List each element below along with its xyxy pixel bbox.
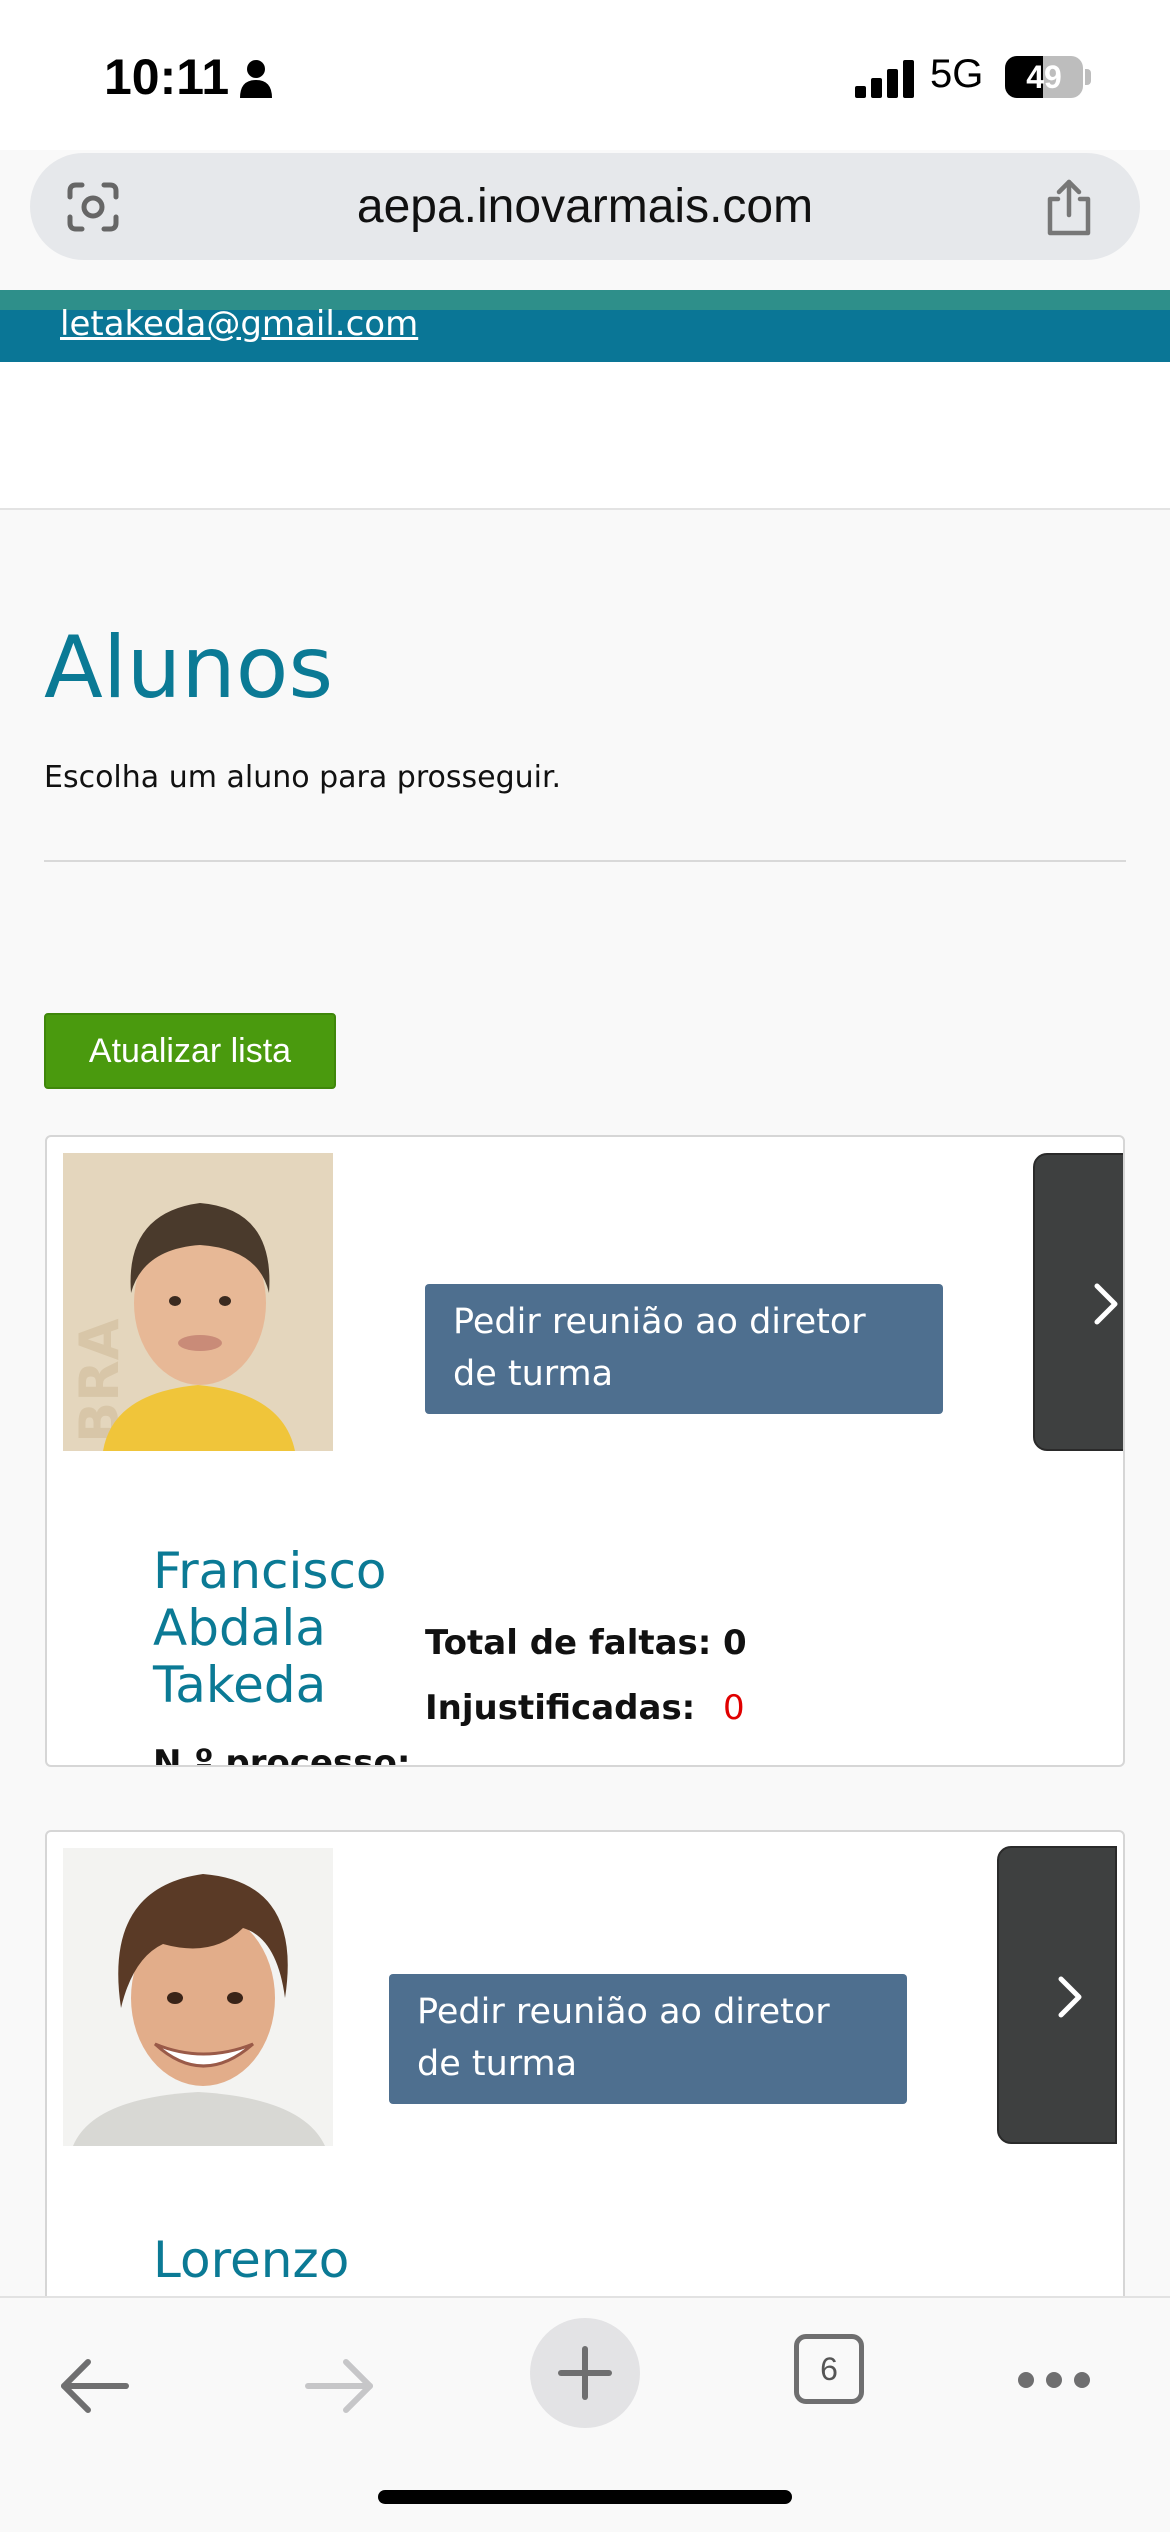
header-spacer [0, 362, 1170, 510]
battery-percentage: 49 [1026, 59, 1062, 95]
chevron-right-icon [1094, 1283, 1118, 1325]
unjustified-absences-label: Injustificadas: [425, 1688, 696, 1728]
student-card[interactable]: Pedir reunião ao diretor de turma Lorenz… [45, 1830, 1125, 2310]
refresh-list-button[interactable]: Atualizar lista [44, 1013, 336, 1089]
url-text[interactable]: aepa.inovarmais.com [30, 153, 1140, 260]
status-time: 10:11 [104, 49, 230, 105]
more-icon[interactable] [1016, 2370, 1092, 2390]
open-student-button[interactable] [997, 1846, 1117, 2144]
process-number-label: N.º processo: [153, 1743, 411, 1767]
request-meeting-button[interactable]: Pedir reunião ao diretor de turma [425, 1284, 943, 1414]
chevron-right-icon [1058, 1976, 1082, 2018]
student-name: Francisco Abdala Takeda [153, 1542, 387, 1714]
student-card[interactable]: BRA Pedir reunião ao diretor de turma Fr… [45, 1135, 1125, 1767]
tab-switcher-button[interactable]: 6 [794, 2334, 864, 2404]
open-student-button[interactable] [1033, 1153, 1123, 1451]
plus-icon [558, 2346, 612, 2400]
home-indicator[interactable] [378, 2490, 792, 2504]
visual-search-icon[interactable] [66, 181, 120, 233]
address-bar[interactable]: aepa.inovarmais.com [30, 153, 1140, 260]
back-arrow-icon[interactable] [58, 2356, 130, 2416]
student-photo [63, 1848, 333, 2146]
person-icon [240, 60, 272, 98]
divider [44, 860, 1126, 862]
new-tab-button[interactable] [530, 2318, 640, 2428]
request-meeting-button[interactable]: Pedir reunião ao diretor de turma [389, 1974, 907, 2104]
total-absences-label: Total de faltas: [425, 1623, 712, 1663]
battery-icon: 49 [1005, 56, 1091, 98]
page-subtitle: Escolha um aluno para prosseguir. [44, 760, 562, 795]
share-icon[interactable] [1042, 179, 1096, 237]
signal-icon [855, 60, 914, 98]
network-type: 5G [930, 52, 984, 96]
unjustified-absences-value: 0 [723, 1688, 745, 1728]
status-bar: 10:11 5G 49 [0, 0, 1170, 150]
user-email-link[interactable]: letakeda@gmail.com [60, 304, 418, 344]
page-title: Alunos [44, 618, 334, 718]
site-header: letakeda@gmail.com [0, 290, 1170, 362]
forward-arrow-icon[interactable] [304, 2356, 376, 2416]
student-photo: BRA [63, 1153, 333, 1451]
student-name: Lorenzo [153, 2231, 350, 2289]
total-absences-value: 0 [723, 1623, 747, 1663]
